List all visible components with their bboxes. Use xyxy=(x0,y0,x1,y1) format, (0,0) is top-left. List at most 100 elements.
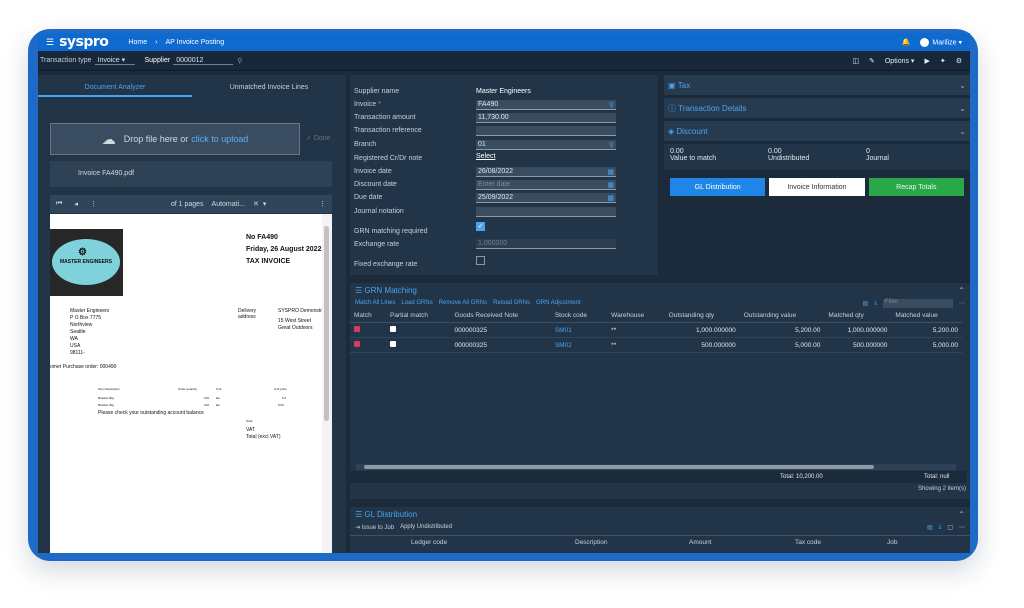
gear-icon[interactable]: ⚙ xyxy=(956,57,962,65)
col-outstanding-qty[interactable]: Outstanding qty xyxy=(664,309,740,323)
match-checkbox[interactable] xyxy=(354,326,360,332)
match-checkbox[interactable] xyxy=(354,341,360,347)
first-page-icon[interactable]: ⏮ xyxy=(56,200,62,208)
download-icon[interactable]: ⤓ xyxy=(874,300,877,307)
amount-field[interactable]: 11,730.00 xyxy=(476,113,616,123)
tab-unmatched-invoice-lines[interactable]: Unmatched Invoice Lines xyxy=(192,75,346,97)
matched-qty-cell[interactable]: 500.000000 xyxy=(824,337,892,353)
file-drop-zone[interactable]: ☁ Drop file here or click to upload xyxy=(50,123,300,155)
stock-code-link[interactable]: SM02 xyxy=(550,337,608,353)
transaction-type-label: Transaction type xyxy=(40,57,92,64)
crdr-select[interactable]: Select xyxy=(476,153,495,160)
apply-undistributed-button[interactable]: Apply Undistributed xyxy=(400,524,452,530)
more-icon[interactable]: ⋮ xyxy=(90,200,97,208)
branch-field[interactable]: 01 ⚲ xyxy=(476,140,616,150)
pdf-scrollbar[interactable] xyxy=(322,214,332,553)
tax-accordion[interactable]: ▣ Tax ⌄ xyxy=(664,75,970,95)
col-qty: Order quantity xyxy=(178,387,198,391)
col-matched-qty[interactable]: Matched qty xyxy=(824,309,892,323)
transaction-type-select[interactable]: Invoice ▾ xyxy=(94,56,135,65)
outstanding-value-cell: 5,000.00 xyxy=(739,337,825,353)
matched-value-cell[interactable]: 5,000.00 xyxy=(891,337,962,353)
matched-qty-cell[interactable]: 1,000.000000 xyxy=(824,322,892,338)
copy-icon[interactable]: ▤ xyxy=(927,524,933,531)
grn-adjustment-button[interactable]: GRN Adjustment xyxy=(536,300,581,306)
stock-code-link[interactable]: SM01 xyxy=(550,322,608,338)
gl-distribution-button[interactable]: GL Distribution xyxy=(670,178,766,196)
invoice-field[interactable]: FA490 ⚲ xyxy=(476,100,616,110)
journal-label: Journal notation xyxy=(354,208,404,215)
col-amount[interactable]: Amount xyxy=(689,539,795,546)
supplier-field[interactable]: 0000012 xyxy=(173,57,234,65)
search-icon[interactable]: ⚲ xyxy=(237,57,242,65)
table-row[interactable]: 000000325 SM01 ** 1,000.000000 5,200.00 … xyxy=(350,322,962,338)
reference-field[interactable] xyxy=(476,126,616,136)
close-icon[interactable]: ✕ xyxy=(253,200,259,208)
bell-icon[interactable]: 🔔 xyxy=(902,38,911,46)
copy-icon[interactable]: ▤ xyxy=(863,300,869,307)
col-match[interactable]: Match xyxy=(350,309,387,323)
chevron-down-icon[interactable]: ▾ xyxy=(263,200,267,208)
load-grns-button[interactable]: Load GRNs xyxy=(401,300,432,306)
sparkle-icon[interactable]: ✦ xyxy=(940,57,946,65)
table-row[interactable]: 000000325 SM02 ** 500.000000 5,000.00 50… xyxy=(350,337,962,353)
download-icon[interactable]: ⤓ xyxy=(939,524,942,531)
more-icon[interactable]: ⋯ xyxy=(959,524,965,531)
partial-match-checkbox[interactable] xyxy=(390,326,397,332)
edit-icon[interactable]: ✎ xyxy=(869,57,875,65)
grid-filter-input[interactable]: Filter xyxy=(883,298,953,308)
prev-page-icon[interactable]: ◂ xyxy=(74,200,78,208)
match-all-button[interactable]: Match All Lines xyxy=(355,300,395,306)
col-grn[interactable]: Goods Received Note xyxy=(450,309,551,323)
zoom-select[interactable]: Automati... xyxy=(212,201,245,208)
col-ledger-code[interactable]: Ledger code xyxy=(355,539,575,546)
col-stock-code[interactable]: Stock code xyxy=(550,309,608,323)
col-tax-code[interactable]: Tax code xyxy=(795,539,887,546)
document-icon[interactable]: ◫ xyxy=(852,57,859,65)
search-icon[interactable]: ⚲ xyxy=(609,101,614,109)
play-icon[interactable]: ▶ xyxy=(924,57,929,65)
col-warehouse[interactable]: Warehouse xyxy=(607,309,665,323)
breadcrumb-home[interactable]: Home xyxy=(128,39,147,46)
calendar-icon[interactable]: ▦ xyxy=(607,168,614,176)
more-icon[interactable]: ⋯ xyxy=(959,300,965,307)
remove-all-grns-button[interactable]: Remove All GRNs xyxy=(439,300,487,306)
col-description[interactable]: Description xyxy=(575,539,689,546)
fixed-rate-checkbox[interactable] xyxy=(476,256,485,265)
grn-required-checkbox[interactable]: ✓ xyxy=(476,222,485,231)
tab-document-analyzer[interactable]: Document Analyzer xyxy=(38,75,192,97)
options-menu[interactable]: Options ▾ xyxy=(885,57,915,65)
calendar-icon[interactable]: ▦ xyxy=(607,194,614,202)
col-job[interactable]: Job xyxy=(887,539,897,546)
col-outstanding-value[interactable]: Outstanding value xyxy=(739,309,825,323)
col-matched-value[interactable]: Matched value xyxy=(891,309,962,323)
transaction-details-title: Transaction Details xyxy=(678,103,747,113)
reload-grns-button[interactable]: Reload GRNs xyxy=(493,300,530,306)
partial-match-checkbox[interactable] xyxy=(390,341,397,347)
journal-field[interactable] xyxy=(476,207,616,217)
user-menu[interactable]: Marilize ▾ xyxy=(920,37,962,47)
total-outstanding: Total: 10,200.00 xyxy=(780,474,823,480)
invoice-information-button[interactable]: Invoice Information xyxy=(769,178,865,196)
discount-accordion[interactable]: ◈ Discount ⌄ xyxy=(664,121,970,141)
chevron-up-icon[interactable]: ⌃ xyxy=(958,510,965,519)
more-vert-icon[interactable]: ⋮ xyxy=(319,200,326,208)
transaction-details-accordion[interactable]: ⓘ Transaction Details ⌄ xyxy=(664,98,970,118)
discount-date-field[interactable]: Enter date ▦ xyxy=(476,180,616,190)
recap-totals-button[interactable]: Recap Totals xyxy=(868,178,964,196)
menu-icon[interactable]: ☰ xyxy=(46,37,54,48)
search-icon[interactable]: ⚲ xyxy=(609,141,614,149)
matched-value-cell[interactable]: 5,200.00 xyxy=(891,322,962,338)
upload-link[interactable]: click to upload xyxy=(191,134,248,144)
invoice-form: Supplier name Master Engineers Invoice *… xyxy=(350,75,658,275)
col-partial-match[interactable]: Partial match xyxy=(386,309,451,323)
horizontal-scrollbar[interactable] xyxy=(356,464,956,470)
chevron-up-icon[interactable]: ⌃ xyxy=(958,286,965,295)
window-icon[interactable]: ▢ xyxy=(947,524,953,531)
calendar-icon[interactable]: ▦ xyxy=(607,181,614,189)
due-date-field[interactable]: 25/09/2022 ▦ xyxy=(476,193,616,203)
pdf-preview[interactable]: ⚙ MASTER ENGINEERS No FA490 Friday, 26 Au… xyxy=(50,214,332,553)
uploaded-file[interactable]: Invoice FA490.pdf xyxy=(50,161,332,187)
issue-to-job-button[interactable]: ⇥ Issue to Job xyxy=(355,524,394,531)
invoice-date-field[interactable]: 26/08/2022 ▦ xyxy=(476,167,616,177)
